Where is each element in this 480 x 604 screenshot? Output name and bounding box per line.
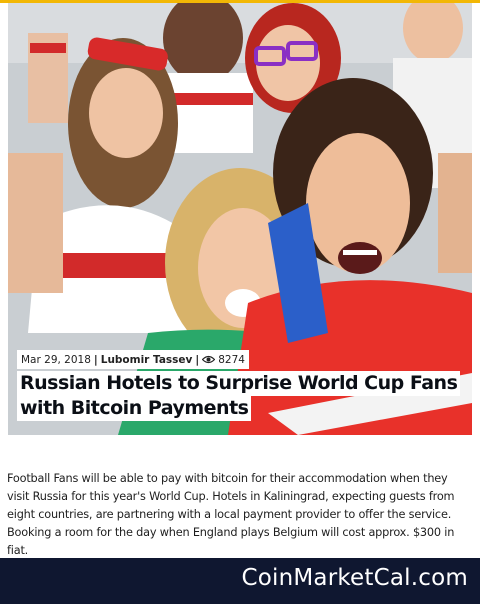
meta-separator: |	[93, 353, 98, 366]
publish-date: Mar 29, 2018	[21, 353, 91, 366]
view-count: 8274	[218, 353, 245, 366]
footer-bar: CoinMarketCal.com	[0, 558, 480, 604]
event-title-line-1[interactable]: Russian Hotels to Surprise World Cup Fan…	[17, 371, 461, 396]
meta-separator: |	[195, 353, 200, 366]
author-name[interactable]: Lubomir Tassev	[101, 354, 193, 366]
eye-icon	[201, 355, 216, 364]
brand-logo-text[interactable]: CoinMarketCal.com	[241, 565, 468, 591]
article-meta: Mar 29, 2018 | Lubomir Tassev | 8274	[17, 350, 249, 369]
event-title-line-2[interactable]: with Bitcoin Payments	[17, 396, 252, 421]
event-description: Football Fans will be able to pay with b…	[7, 472, 455, 557]
